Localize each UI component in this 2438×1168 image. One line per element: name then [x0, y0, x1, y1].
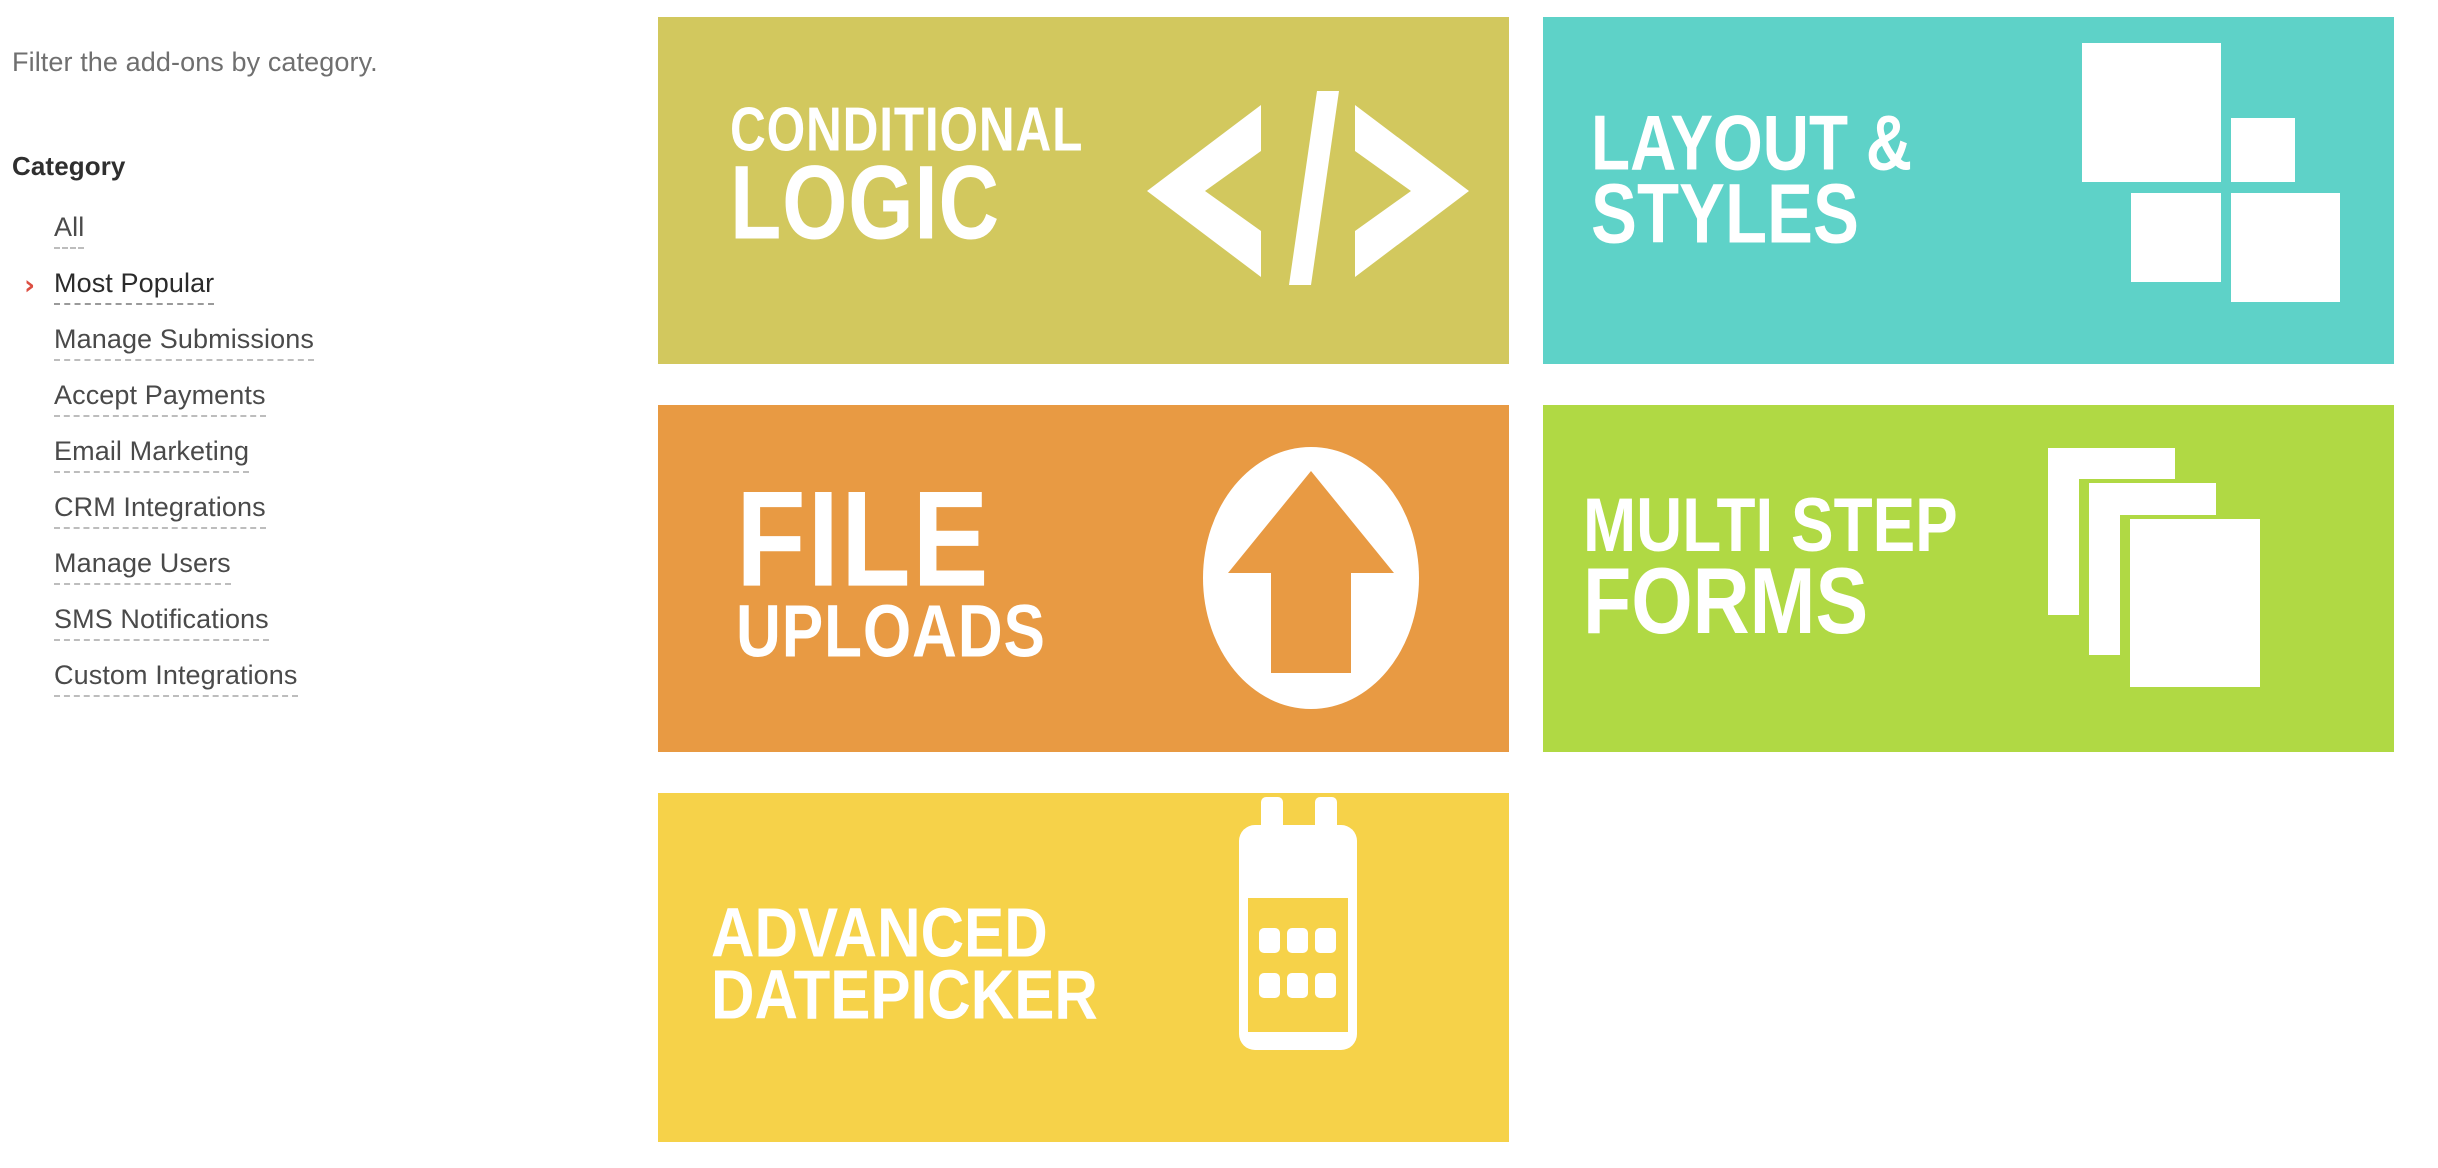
category-link-label[interactable]: Most Popular — [54, 267, 215, 305]
addon-card-file-uploads[interactable]: FILE UPLOADS — [658, 405, 1509, 752]
sidebar-item-email-marketing[interactable]: › Email Marketing — [0, 426, 600, 482]
addon-card-layout-styles[interactable]: LAYOUT & STYLES — [1543, 17, 2394, 364]
sidebar-item-manage-submissions[interactable]: › Manage Submissions — [0, 314, 600, 370]
addon-card-title-line2: UPLOADS — [736, 589, 1046, 673]
addon-card-advanced-datepicker[interactable]: ADVANCED DATEPICKER — [658, 793, 1509, 1142]
category-list: › All › Most Popular › Manage Submission… — [0, 202, 600, 706]
addon-card-title-line2: LOGIC — [730, 144, 1000, 262]
sidebar-item-crm-integrations[interactable]: › CRM Integrations — [0, 482, 600, 538]
addons-category-page: Filter the add-ons by category. Category… — [0, 0, 2438, 1168]
category-link-label[interactable]: SMS Notifications — [54, 603, 269, 641]
calendar-icon — [1237, 793, 1457, 1142]
addon-card-title-line2: DATEPICKER — [711, 955, 1098, 1033]
addon-card-title: LAYOUT & STYLES — [1591, 104, 1983, 261]
addon-card-title-line2: STYLES — [1591, 166, 1859, 261]
sidebar-item-most-popular[interactable]: › Most Popular — [0, 258, 600, 314]
category-link-label[interactable]: All — [54, 211, 85, 249]
layout-blocks-icon — [2078, 17, 2348, 364]
upload-arrow-circle-icon — [1181, 405, 1441, 752]
addon-card-conditional-logic[interactable]: CONDITIONAL LOGIC — [658, 17, 1509, 364]
sidebar-item-manage-users[interactable]: › Manage Users — [0, 538, 600, 594]
category-link-label[interactable]: CRM Integrations — [54, 491, 266, 529]
sidebar-item-accept-payments[interactable]: › Accept Payments — [0, 370, 600, 426]
sidebar-item-sms-notifications[interactable]: › SMS Notifications — [0, 594, 600, 650]
addon-card-title: CONDITIONAL LOGIC — [730, 99, 1172, 262]
category-link-label[interactable]: Custom Integrations — [54, 659, 298, 697]
chevron-right-icon: › — [24, 269, 36, 301]
category-link-label[interactable]: Accept Payments — [54, 379, 266, 417]
addon-card-title-line1: FILE — [736, 462, 991, 615]
category-link-label[interactable]: Manage Submissions — [54, 323, 314, 361]
code-brackets-icon — [1143, 17, 1473, 364]
sidebar-item-custom-integrations[interactable]: › Custom Integrations — [0, 650, 600, 706]
addon-card-title: FILE UPLOADS — [736, 462, 1105, 673]
addon-card-title: MULTI STEP FORMS — [1583, 488, 2029, 654]
addon-card-multi-step-forms[interactable]: MULTI STEP FORMS — [1543, 405, 2394, 752]
stacked-pages-icon — [2044, 405, 2364, 752]
sidebar-item-all[interactable]: › All — [0, 202, 600, 258]
category-link-label[interactable]: Email Marketing — [54, 435, 250, 473]
addon-card-grid: CONDITIONAL LOGIC LAYOUT & STYLES FILE U… — [658, 17, 2394, 1142]
addon-card-title-line2: FORMS — [1583, 548, 1869, 654]
filter-description: Filter the add-ons by category. — [12, 47, 378, 77]
category-link-label[interactable]: Manage Users — [54, 547, 231, 585]
category-heading: Category — [12, 151, 126, 181]
addon-card-title: ADVANCED DATEPICKER — [711, 898, 1161, 1033]
